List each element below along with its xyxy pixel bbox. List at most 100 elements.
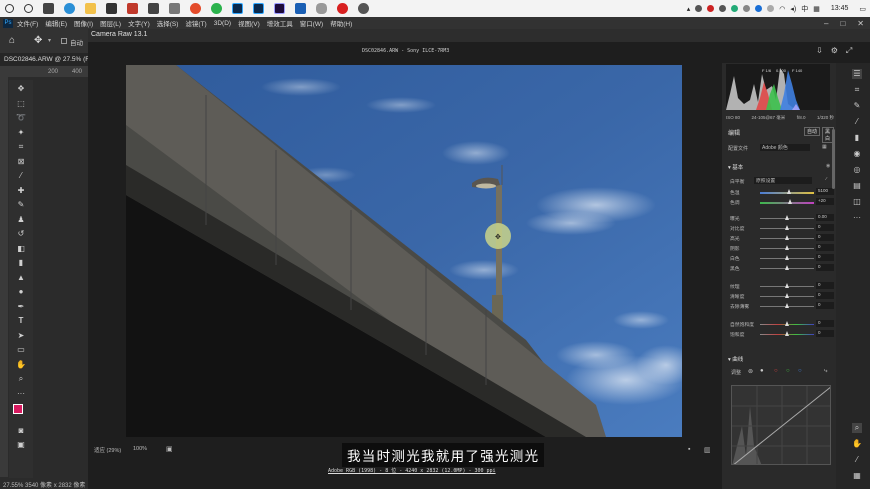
app-icon-4[interactable] (295, 3, 306, 14)
curve-point-icon[interactable]: ● (760, 368, 764, 374)
type-tool-icon[interactable]: T (13, 315, 29, 327)
tray-icon[interactable] (695, 5, 703, 12)
move-tool-icon[interactable]: ✥ (13, 83, 29, 95)
menu-filter[interactable]: 滤镜(T) (185, 18, 206, 28)
zoom-tool-icon[interactable]: ⌕ (13, 373, 29, 385)
workflow-options-link[interactable]: Adobe RGB (1998) - 8 位 - 4240 x 2832 (12… (328, 467, 496, 474)
cloud-icon[interactable] (743, 5, 751, 12)
chrome-icon[interactable] (190, 3, 201, 14)
blur-tool-icon[interactable]: ▲ (13, 271, 29, 283)
slider-handle[interactable] (784, 225, 789, 230)
minimize-icon[interactable]: – (824, 19, 828, 28)
store-icon[interactable] (106, 3, 117, 14)
slider-handle[interactable] (784, 255, 789, 260)
settings-icon[interactable]: ⚙ (831, 46, 838, 56)
app-icon-1[interactable] (127, 3, 138, 14)
more-icon[interactable]: ··· (852, 213, 862, 223)
curve-parametric-icon[interactable]: ⊚ (748, 368, 753, 375)
maximize-icon[interactable]: □ (840, 19, 845, 28)
menu-type[interactable]: 文字(Y) (128, 18, 150, 28)
curve-red-icon[interactable]: ○ (774, 368, 778, 374)
task-view-icon[interactable] (43, 3, 54, 14)
more-tools-icon[interactable]: ··· (13, 387, 29, 399)
panel-scrollbar[interactable] (832, 129, 835, 189)
menu-view[interactable]: 视图(V) (238, 18, 260, 28)
curve-blue-icon[interactable]: ○ (798, 368, 802, 374)
dodge-tool-icon[interactable]: ● (13, 286, 29, 298)
spot-removal-icon[interactable]: ✎ (852, 101, 862, 111)
slider-handle[interactable] (784, 283, 789, 288)
quick-mask-icon[interactable]: ◙ (13, 424, 29, 436)
hand-tool-icon[interactable]: ✋ (13, 358, 29, 370)
slider-value-input[interactable]: 0 (816, 330, 834, 337)
wifi-icon[interactable]: ◠ (779, 5, 785, 13)
gradient-tool-icon[interactable]: ▮ (13, 257, 29, 269)
profile-dropdown[interactable]: Adobe 颜色 (760, 144, 810, 151)
slider-value-input[interactable]: 0 (816, 234, 834, 241)
presets-icon[interactable]: ◫ (852, 197, 862, 207)
tray-icon[interactable] (731, 5, 739, 12)
hand-icon[interactable]: ✋ (852, 439, 862, 449)
shield-icon[interactable] (767, 5, 775, 12)
close-icon[interactable]: ✕ (857, 19, 864, 28)
color-swatches[interactable] (13, 402, 29, 422)
slider-handle[interactable] (788, 199, 793, 204)
wb-eyedropper-icon[interactable]: ⁄ (826, 177, 827, 182)
notification-icon[interactable]: ▭ (859, 5, 866, 13)
edit-sliders-icon[interactable]: ☰ (852, 69, 862, 79)
slider-handle[interactable] (784, 293, 789, 298)
magic-wand-icon[interactable]: ✦ (13, 126, 29, 138)
zoom-icon[interactable]: ⌕ (852, 423, 862, 433)
search-icon[interactable] (5, 4, 14, 13)
zoom-100-dropdown[interactable]: 100% (133, 446, 147, 452)
slider-value-input[interactable]: 0 (816, 320, 834, 327)
curve-section-title[interactable]: ▾ 曲线 (728, 355, 743, 363)
menu-plugins[interactable]: 增效工具 (267, 18, 293, 28)
eraser-tool-icon[interactable]: ◧ (13, 242, 29, 254)
snapshots-icon[interactable]: ▤ (852, 181, 862, 191)
foreground-color[interactable] (13, 403, 23, 414)
wb-dropdown[interactable]: 原照设置 (754, 177, 812, 184)
slider-handle[interactable] (784, 215, 789, 220)
app-icon-3[interactable] (169, 3, 180, 14)
zoom-fit-dropdown[interactable]: 适应 (29%) (94, 446, 121, 454)
slider-value-input[interactable]: 0 (816, 292, 834, 299)
healing-brush-icon[interactable]: ✚ (13, 184, 29, 196)
stamp-tool-icon[interactable]: ♟ (13, 213, 29, 225)
edge-icon[interactable] (64, 3, 75, 14)
slider-value-input[interactable]: 0 (816, 254, 834, 261)
basic-section-title[interactable]: ▾ 基本 (728, 163, 743, 171)
tone-curve[interactable] (731, 385, 831, 465)
view-icon[interactable]: ▪ (688, 446, 690, 453)
chevron-up-icon[interactable]: ▴ (687, 5, 691, 13)
auto-select-checkbox[interactable] (61, 38, 67, 44)
adjustment-brush-icon[interactable]: ⁄ (852, 117, 862, 127)
slider-value-input[interactable]: 0 (816, 264, 834, 271)
curve-target-icon[interactable]: ⤷ (824, 368, 827, 375)
crop-tool-icon[interactable]: ⌗ (13, 141, 29, 153)
explorer-icon[interactable] (85, 3, 96, 14)
rectangle-tool-icon[interactable]: ▭ (13, 344, 29, 356)
wechat-icon[interactable] (211, 3, 222, 14)
red-eye-icon[interactable]: ◎ (852, 165, 862, 175)
tray-record-icon[interactable] (707, 5, 715, 12)
menu-image[interactable]: 图像(I) (74, 18, 93, 28)
brush-tool-icon[interactable]: ✎ (13, 199, 29, 211)
volume-icon[interactable]: ◂) (790, 5, 796, 13)
eyedropper-icon[interactable]: ⁄ (13, 170, 29, 182)
settings-icon[interactable] (358, 3, 369, 14)
clock[interactable]: 13:45 (831, 5, 849, 12)
slider-value-input[interactable]: 0.00 (816, 214, 834, 221)
slider-track[interactable] (760, 202, 814, 204)
crop-icon[interactable]: ⌗ (852, 85, 862, 95)
grid-icon[interactable]: ▦ (852, 471, 862, 481)
document-tab[interactable]: DSC02846.ARW @ 27.5% (RGB/8) (0, 53, 88, 66)
menu-window[interactable]: 窗口(W) (300, 18, 323, 28)
photo-preview[interactable]: ✥ (126, 65, 682, 437)
before-after-icon[interactable]: ▥ (704, 446, 711, 454)
compare-icon[interactable]: ▣ (166, 445, 173, 453)
slider-value-input[interactable]: 0 (816, 224, 834, 231)
menu-file[interactable]: 文件(F) (17, 18, 38, 28)
mouse-icon[interactable] (316, 3, 327, 14)
slider-handle[interactable] (784, 235, 789, 240)
